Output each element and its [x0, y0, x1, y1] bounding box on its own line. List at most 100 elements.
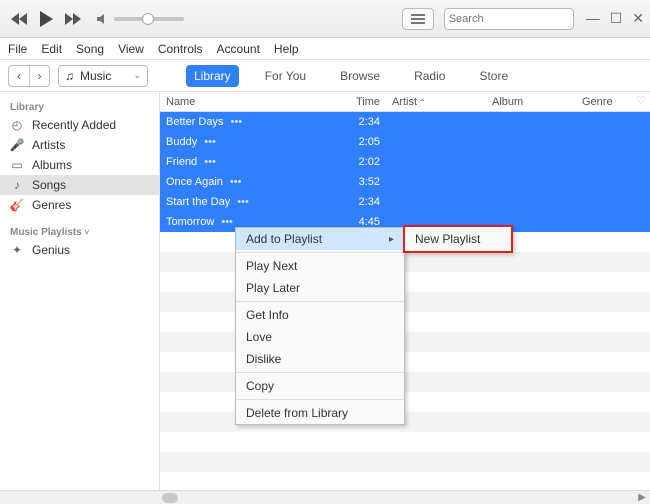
track-list: Name Time Artist⌃ Album Genre ♡ Better D…	[160, 92, 650, 490]
sidebar-item-genres[interactable]: 🎸 Genres	[0, 195, 159, 215]
sidebar-item-artists[interactable]: 🎤 Artists	[0, 135, 159, 155]
menu-account[interactable]: Account	[217, 42, 260, 56]
nav-row: ‹ › ♫ Music ⌄ Library For You Browse Rad…	[0, 60, 650, 92]
speaker-icon	[96, 13, 108, 25]
empty-row	[160, 292, 650, 312]
back-button[interactable]: ‹	[9, 66, 29, 86]
chevron-updown-icon: ⌄	[133, 70, 141, 81]
track-time: 2:05	[340, 136, 386, 148]
chevron-down-icon: ˅	[84, 228, 89, 237]
sidebar-header-playlists[interactable]: Music Playlists ˅	[0, 223, 159, 240]
search-input[interactable]	[449, 13, 591, 25]
track-time: 3:52	[340, 176, 386, 188]
forward-button[interactable]: ›	[29, 66, 49, 86]
track-actions-icon[interactable]: •••	[218, 216, 233, 228]
horizontal-scrollbar[interactable]: ▶	[0, 490, 650, 504]
submenu-arrow-icon: ▸	[389, 234, 394, 245]
sidebar-item-albums[interactable]: ▭ Albums	[0, 155, 159, 175]
menu-controls[interactable]: Controls	[158, 42, 203, 56]
context-item[interactable]: Copy	[236, 375, 404, 397]
sidebar: Library ◴ Recently Added 🎤 Artists ▭ Alb…	[0, 92, 160, 490]
empty-row	[160, 372, 650, 392]
context-submenu: New Playlist	[403, 225, 513, 253]
col-name[interactable]: Name	[160, 96, 340, 108]
track-name: Buddy	[166, 136, 197, 148]
scroll-right-icon[interactable]: ▶	[638, 492, 646, 503]
tab-library[interactable]: Library	[186, 65, 239, 87]
track-time: 2:34	[340, 116, 386, 128]
col-album[interactable]: Album	[486, 96, 576, 108]
empty-row	[160, 332, 650, 352]
context-item[interactable]: Get Info	[236, 304, 404, 326]
col-artist[interactable]: Artist⌃	[386, 96, 486, 108]
prev-track-button[interactable]	[10, 12, 28, 26]
track-actions-icon[interactable]: •••	[201, 136, 216, 148]
empty-row	[160, 252, 650, 272]
table-row[interactable]: Start the Day ••• 2:34	[160, 192, 650, 212]
menu-song[interactable]: Song	[76, 42, 104, 56]
col-time[interactable]: Time	[340, 96, 386, 108]
menu-view[interactable]: View	[118, 42, 144, 56]
heart-column-icon[interactable]: ♡	[636, 94, 646, 107]
search-field[interactable]	[444, 8, 574, 30]
sidebar-item-genius[interactable]: ✦ Genius	[0, 240, 159, 260]
menu-file[interactable]: File	[8, 42, 27, 56]
context-item[interactable]: Add to Playlist▸	[236, 228, 404, 250]
next-track-button[interactable]	[64, 12, 82, 26]
empty-row	[160, 312, 650, 332]
maximize-button[interactable]: ☐	[610, 10, 623, 27]
sidebar-header-library: Library	[0, 98, 159, 115]
table-row[interactable]: Friend ••• 2:02	[160, 152, 650, 172]
source-label: Music	[80, 69, 111, 83]
context-item[interactable]: Play Later	[236, 277, 404, 299]
track-name: Better Days	[166, 116, 223, 128]
track-name: Start the Day	[166, 196, 230, 208]
track-actions-icon[interactable]: •••	[227, 116, 242, 128]
note-icon: ♪	[10, 178, 24, 192]
context-menu: Add to Playlist▸ Play NextPlay Later Get I…	[235, 227, 405, 425]
sidebar-item-label: Artists	[32, 138, 65, 152]
empty-row	[160, 352, 650, 372]
tab-for-you[interactable]: For You	[257, 65, 314, 87]
tab-browse[interactable]: Browse	[332, 65, 388, 87]
context-submenu-item[interactable]: New Playlist	[405, 227, 511, 251]
sidebar-item-label: Genres	[32, 198, 71, 212]
table-row[interactable]: Better Days ••• 2:34	[160, 112, 650, 132]
menu-bar: File Edit Song View Controls Account Hel…	[0, 38, 650, 60]
close-button[interactable]: ✕	[632, 10, 644, 27]
play-button[interactable]	[38, 10, 54, 28]
menu-help[interactable]: Help	[274, 42, 299, 56]
empty-row	[160, 452, 650, 472]
volume-slider[interactable]	[96, 13, 184, 25]
clock-icon: ◴	[10, 118, 24, 132]
track-actions-icon[interactable]: •••	[227, 176, 242, 188]
source-selector[interactable]: ♫ Music ⌄	[58, 65, 148, 87]
tab-radio[interactable]: Radio	[406, 65, 453, 87]
sidebar-item-label: Genius	[32, 243, 70, 257]
sidebar-item-songs[interactable]: ♪ Songs	[0, 175, 159, 195]
sidebar-item-recently-added[interactable]: ◴ Recently Added	[0, 115, 159, 135]
minimize-button[interactable]: —	[586, 10, 600, 27]
context-item[interactable]: Dislike	[236, 348, 404, 370]
column-headers: Name Time Artist⌃ Album Genre ♡	[160, 92, 650, 112]
context-item[interactable]: Delete from Library	[236, 402, 404, 424]
empty-row	[160, 392, 650, 412]
track-name: Tomorrow	[166, 216, 214, 228]
scrollbar-thumb[interactable]	[162, 493, 178, 503]
track-time: 2:34	[340, 196, 386, 208]
track-time: 2:02	[340, 156, 386, 168]
up-next-button[interactable]	[402, 8, 434, 30]
sidebar-item-label: Songs	[32, 178, 66, 192]
album-icon: ▭	[10, 158, 24, 172]
empty-row	[160, 432, 650, 452]
track-actions-icon[interactable]: •••	[234, 196, 249, 208]
table-row[interactable]: Buddy ••• 2:05	[160, 132, 650, 152]
menu-edit[interactable]: Edit	[41, 42, 62, 56]
table-row[interactable]: Once Again •••3:52	[160, 172, 650, 192]
context-item[interactable]: Love	[236, 326, 404, 348]
tab-store[interactable]: Store	[471, 65, 516, 87]
track-actions-icon[interactable]: •••	[201, 156, 216, 168]
context-item[interactable]: Play Next	[236, 255, 404, 277]
track-name: Friend	[166, 156, 197, 168]
sidebar-item-label: Albums	[32, 158, 72, 172]
